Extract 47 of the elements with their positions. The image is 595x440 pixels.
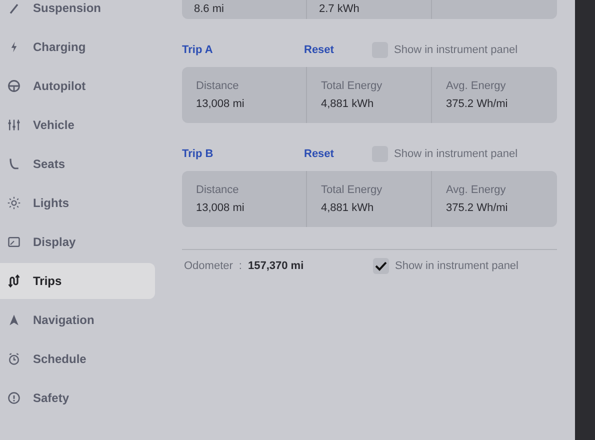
alert-icon <box>7 391 21 405</box>
sun-icon <box>7 196 21 210</box>
slash-icon <box>7 1 21 15</box>
stat-label: Total Energy <box>321 182 384 198</box>
sidebar-item[interactable]: Schedule <box>0 341 155 377</box>
sidebar-item[interactable]: Navigation <box>0 302 155 338</box>
checkbox-label: Show in instrument panel <box>394 42 518 58</box>
check-icon <box>374 261 387 272</box>
reset-link[interactable]: Reset <box>304 146 372 162</box>
sidebar-item[interactable]: Display <box>0 224 155 260</box>
arrow-icon <box>7 313 21 327</box>
stat-value: 2.7 kWh <box>319 2 360 17</box>
stat-label: Distance <box>196 78 240 94</box>
stat-value: 13,008 mi <box>196 201 246 216</box>
odometer-value: 157,370 mi <box>248 259 305 274</box>
sidebar-item[interactable]: Vehicle <box>0 107 155 143</box>
reset-link[interactable]: Reset <box>304 42 372 58</box>
sidebar-item[interactable]: Suspension <box>0 0 155 26</box>
display-icon <box>7 235 21 249</box>
sidebar-item[interactable]: Charging <box>0 29 155 65</box>
stat-value: 375.2 Wh/mi <box>446 201 509 216</box>
odometer-label: Odometer <box>184 259 233 274</box>
alarm-clock-icon <box>7 352 21 366</box>
checkbox[interactable] <box>372 258 389 274</box>
stat-value: 13,008 mi <box>196 97 246 112</box>
stat-label: Avg. Energy <box>446 182 507 198</box>
sidebar-item[interactable]: Seats <box>0 146 155 182</box>
checkbox-label: Show in instrument panel <box>394 259 518 274</box>
stat-value: 4,881 kWh <box>321 97 375 112</box>
checkbox-label: Show in instrument panel <box>394 146 518 162</box>
separator: : <box>238 259 242 274</box>
trip-title: Trip B <box>182 146 214 162</box>
route-icon <box>7 274 21 288</box>
stat-label: Avg. Energy <box>446 78 507 94</box>
sidebar-item[interactable]: Trips <box>0 263 155 299</box>
stat-value: 375.2 Wh/mi <box>446 97 509 112</box>
stat-value: 4,881 kWh <box>321 201 375 216</box>
sidebar-item[interactable]: Lights <box>0 185 155 221</box>
sidebar-item[interactable]: Autopilot <box>0 68 155 104</box>
seat-icon <box>7 157 21 171</box>
stat-label: Total Energy <box>321 78 384 94</box>
steering-wheel-icon <box>7 79 21 93</box>
sliders-icon <box>7 118 21 132</box>
trip-title: Trip A <box>182 42 214 58</box>
sidebar-item[interactable]: Safety <box>0 380 155 416</box>
stat-value: 8.6 mi <box>194 2 224 17</box>
stat-label: Distance <box>196 182 240 198</box>
